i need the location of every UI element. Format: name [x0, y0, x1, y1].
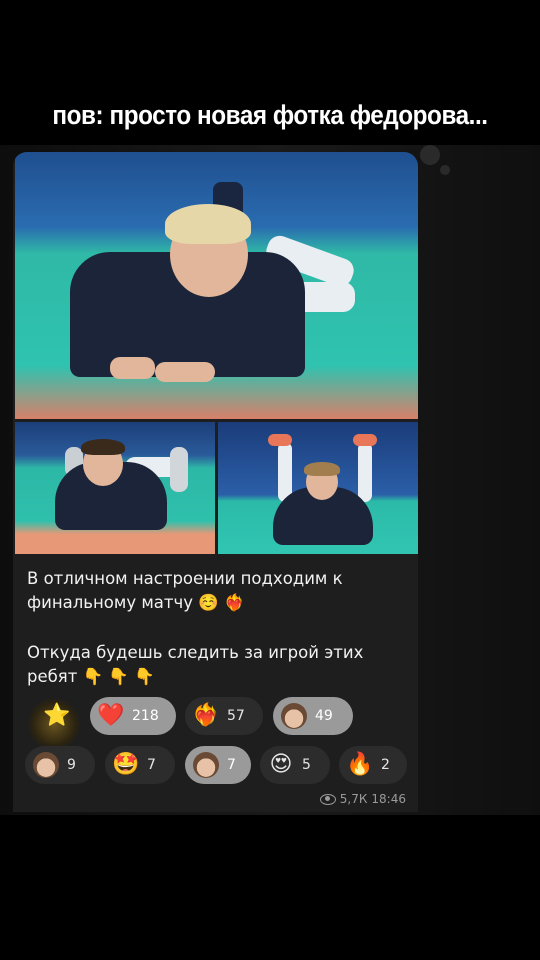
player-avatar-icon [33, 752, 59, 778]
post-meta: 5,7К 18:46 [319, 792, 406, 806]
reaction-count: 7 [227, 757, 236, 773]
reaction-avatar-2[interactable]: 9 [25, 746, 95, 784]
reaction-count: 218 [132, 708, 159, 724]
reaction-count: 2 [381, 757, 390, 773]
reaction-count: 5 [302, 757, 311, 773]
post-photo-left[interactable] [15, 422, 215, 554]
reaction-count: 49 [315, 708, 333, 724]
reaction-heart-eyes[interactable]: 😍 5 [260, 746, 330, 784]
player-avatar-icon [193, 752, 219, 778]
channel-post[interactable]: В отличном настроении подходим к финальн… [13, 152, 418, 812]
reaction-count: 57 [227, 708, 245, 724]
post-photo-main[interactable] [15, 152, 418, 419]
heart-on-fire-icon: ❤️‍🔥 [192, 703, 220, 728]
post-text-line-1: В отличном настроении подходим к финальн… [27, 569, 343, 612]
reaction-heart[interactable]: ❤️ 218 [90, 697, 176, 735]
reaction-star[interactable]: ⭐ [33, 697, 81, 735]
post-text-line-2: Откуда будешь следить за игрой этих ребя… [27, 643, 364, 686]
post-text: В отличном настроении подходим к финальн… [27, 567, 407, 689]
reaction-fire[interactable]: 🔥 2 [339, 746, 407, 784]
post-photo-right[interactable] [218, 422, 418, 554]
reaction-avatar-3[interactable]: 7 [185, 746, 251, 784]
star-struck-icon: 🤩 [112, 752, 140, 777]
views-count: 5,7К [339, 792, 368, 806]
reaction-heart-on-fire[interactable]: ❤️‍🔥 57 [185, 697, 263, 735]
star-icon: ⭐ [43, 703, 71, 728]
heart-icon: ❤️ [97, 703, 125, 728]
reaction-count: 7 [147, 757, 156, 773]
reaction-avatar-1[interactable]: 49 [273, 697, 353, 735]
meme-caption: пов: просто новая фотка федорова... [52, 100, 488, 130]
heart-eyes-icon: 😍 [269, 752, 293, 777]
fire-icon: 🔥 [346, 752, 374, 777]
reaction-star-struck[interactable]: 🤩 7 [105, 746, 175, 784]
post-time: 18:46 [371, 792, 406, 806]
player-avatar-icon [281, 703, 307, 729]
reaction-count: 9 [67, 757, 76, 773]
eye-icon [319, 793, 336, 805]
